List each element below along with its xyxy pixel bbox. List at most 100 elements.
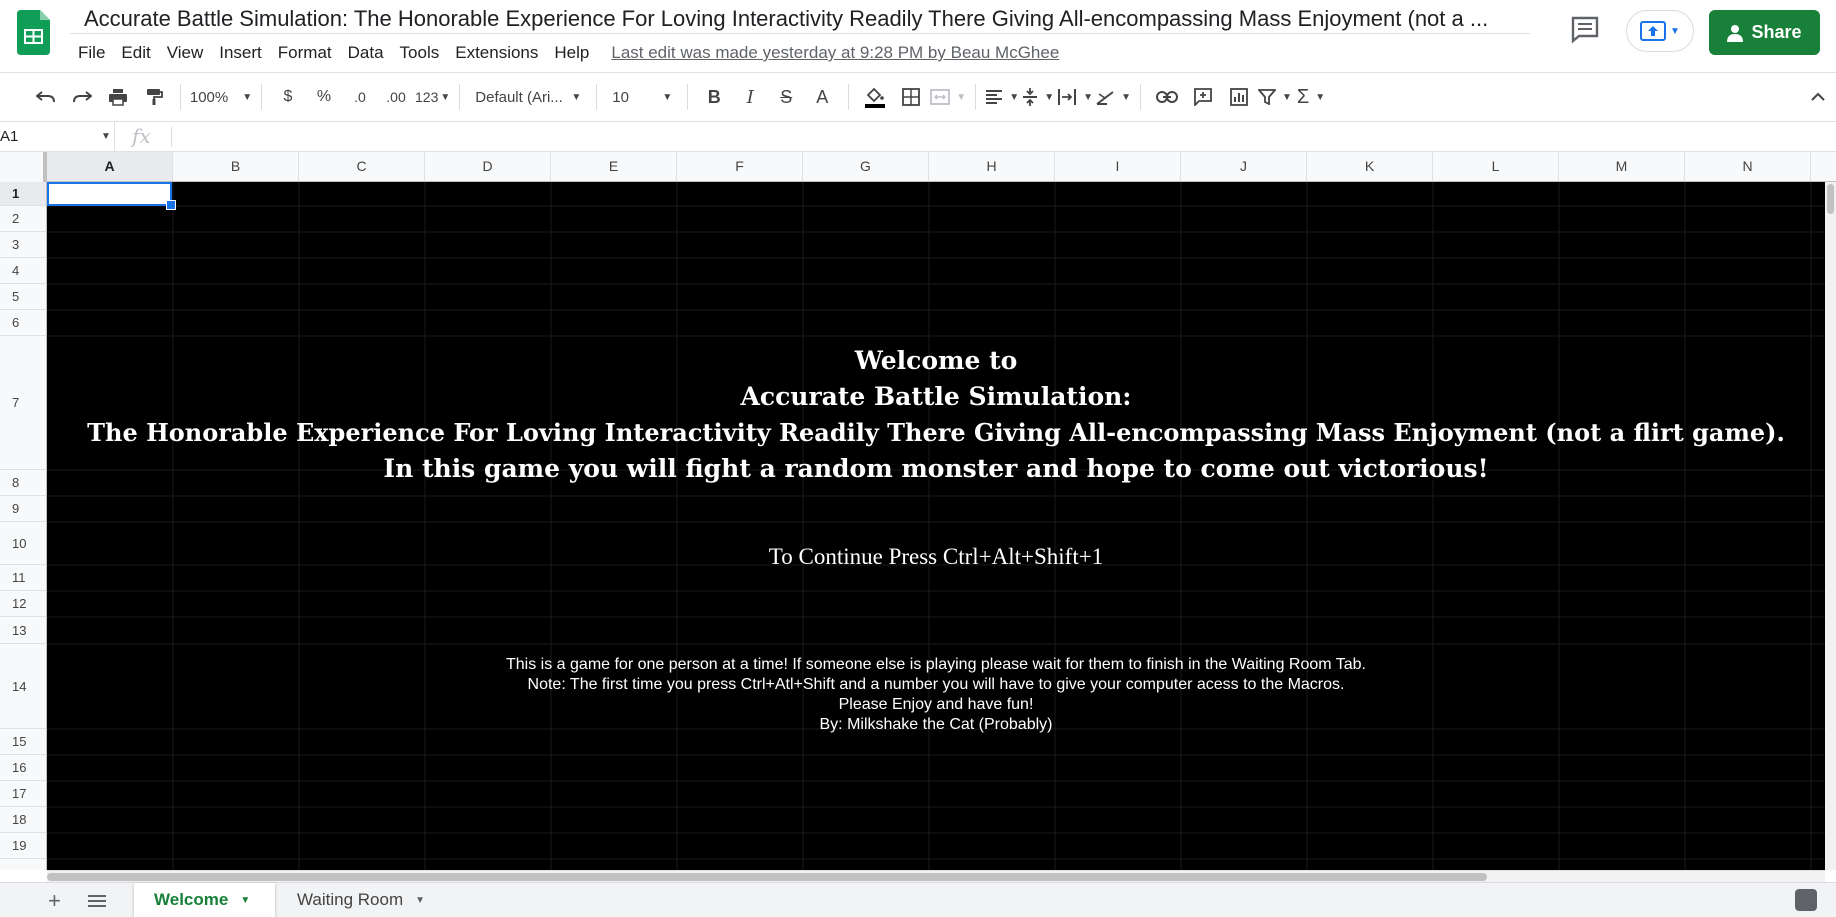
menu-data[interactable]: Data [340, 40, 392, 66]
font-family-select[interactable]: Default (Ari... ▼ [469, 81, 587, 113]
menu-extensions[interactable]: Extensions [447, 40, 546, 66]
menu-format[interactable]: Format [270, 40, 340, 66]
print-button[interactable] [101, 81, 135, 113]
row-header-7[interactable]: 7 [0, 336, 46, 470]
row-header-4[interactable]: 4 [0, 258, 46, 284]
font-size-select[interactable]: 10 ▼ [606, 81, 678, 113]
welcome-line: Accurate Battle Simulation: [740, 382, 1132, 411]
row-header-19[interactable]: 19 [0, 833, 46, 859]
row-header-11[interactable]: 11 [0, 565, 46, 591]
horizontal-scroll-thumb[interactable] [47, 873, 1487, 881]
row-header-14[interactable]: 14 [0, 644, 46, 729]
text-color-button[interactable]: A [805, 81, 839, 113]
decrease-decimal-button[interactable]: .0 [343, 81, 377, 113]
row-header-10[interactable]: 10 [0, 522, 46, 565]
vertical-align-button[interactable]: ▼ [1021, 81, 1055, 113]
name-box[interactable]: A1 ▼ [0, 122, 115, 151]
menu-view[interactable]: View [159, 40, 212, 66]
column-header-e[interactable]: E [551, 152, 677, 181]
fill-handle[interactable] [166, 200, 176, 210]
add-sheet-button[interactable]: + [48, 890, 61, 912]
row-header-17[interactable]: 17 [0, 781, 46, 807]
selected-cell-a1[interactable] [47, 182, 172, 206]
text-wrapping-button[interactable]: ▼ [1057, 81, 1093, 113]
column-header-j[interactable]: J [1181, 152, 1307, 181]
menu-help[interactable]: Help [546, 40, 597, 66]
text-rotation-button[interactable]: ▼ [1095, 81, 1131, 113]
collapse-toolbar-button[interactable] [1801, 81, 1835, 113]
menu-file[interactable]: File [70, 40, 113, 66]
more-formats-button[interactable]: 123 ▼ [415, 81, 450, 113]
row-header-1[interactable]: 1 [0, 182, 46, 206]
tab-welcome[interactable]: Welcome ▼ [134, 883, 275, 917]
filter-button[interactable]: ▼ [1258, 81, 1292, 113]
paint-format-button[interactable] [137, 81, 171, 113]
insert-comment-button[interactable] [1186, 81, 1220, 113]
insert-chart-button[interactable] [1222, 81, 1256, 113]
row-header-12[interactable]: 12 [0, 591, 46, 617]
vertical-scroll-thumb[interactable] [1827, 184, 1834, 214]
horizontal-align-button[interactable]: ▼ [985, 81, 1019, 113]
row-header-8[interactable]: 8 [0, 470, 46, 496]
last-edit-link[interactable]: Last edit was made yesterday at 9:28 PM … [611, 43, 1059, 63]
sheet-grid[interactable]: Welcome to Accurate Battle Simulation: T… [47, 182, 1825, 870]
formula-input[interactable] [171, 127, 172, 147]
row-header-16[interactable]: 16 [0, 755, 46, 781]
filter-icon [1258, 89, 1277, 105]
share-button[interactable]: Share [1709, 10, 1820, 55]
italic-button[interactable]: I [733, 81, 767, 113]
redo-button[interactable] [65, 81, 99, 113]
column-header-l[interactable]: L [1433, 152, 1559, 181]
row-header-5[interactable]: 5 [0, 284, 46, 310]
menu-edit[interactable]: Edit [113, 40, 158, 66]
present-icon [1640, 21, 1667, 41]
comment-history-icon[interactable] [1570, 14, 1600, 44]
zoom-select[interactable]: 100% ▼ [190, 81, 252, 113]
present-button[interactable]: ▼ [1626, 10, 1694, 52]
tab-waiting-room[interactable]: Waiting Room ▼ [277, 883, 445, 917]
insert-link-button[interactable] [1150, 81, 1184, 113]
chevron-down-icon: ▼ [1083, 91, 1094, 103]
column-header-f[interactable]: F [677, 152, 803, 181]
all-sheets-icon[interactable] [88, 895, 106, 907]
select-all-corner[interactable] [0, 152, 47, 182]
column-header-g[interactable]: G [803, 152, 929, 181]
row-header-3[interactable]: 3 [0, 232, 46, 258]
row-header-13[interactable]: 13 [0, 617, 46, 644]
increase-decimal-button[interactable]: .00 [379, 81, 413, 113]
explore-icon[interactable] [1795, 889, 1817, 911]
format-percent-button[interactable]: % [307, 81, 341, 113]
borders-button[interactable] [894, 81, 928, 113]
name-box-value: A1 [0, 128, 19, 145]
sheets-logo-icon[interactable] [17, 10, 50, 55]
row-header-6[interactable]: 6 [0, 310, 46, 336]
undo-button[interactable] [29, 81, 63, 113]
horizontal-scrollbar[interactable] [47, 870, 1825, 882]
menu-insert[interactable]: Insert [211, 40, 270, 66]
row-header-15[interactable]: 15 [0, 729, 46, 755]
column-header-n[interactable]: N [1685, 152, 1811, 181]
bold-button[interactable]: B [697, 81, 731, 113]
column-header-m[interactable]: M [1559, 152, 1685, 181]
functions-button[interactable]: Σ ▼ [1294, 81, 1328, 113]
text-wrap-icon [1058, 89, 1077, 105]
document-title[interactable]: Accurate Battle Simulation: The Honorabl… [70, 4, 1530, 34]
column-header-i[interactable]: I [1055, 152, 1181, 181]
column-header-c[interactable]: C [299, 152, 425, 181]
column-header-k[interactable]: K [1307, 152, 1433, 181]
strikethrough-button[interactable]: S [769, 81, 803, 113]
column-header-d[interactable]: D [425, 152, 551, 181]
format-currency-button[interactable]: $ [271, 81, 305, 113]
row-header-2[interactable]: 2 [0, 206, 46, 232]
column-header-a[interactable]: A [47, 152, 173, 181]
row-header-18[interactable]: 18 [0, 807, 46, 833]
paint-format-icon [147, 89, 163, 105]
share-label: Share [1751, 22, 1802, 42]
row-header-9[interactable]: 9 [0, 496, 46, 522]
vertical-scrollbar[interactable] [1825, 182, 1836, 870]
menu-tools[interactable]: Tools [392, 40, 448, 66]
column-header-b[interactable]: B [173, 152, 299, 181]
fill-color-button[interactable] [858, 81, 892, 113]
column-header-h[interactable]: H [929, 152, 1055, 181]
merge-cells-button[interactable]: ▼ [930, 81, 966, 113]
